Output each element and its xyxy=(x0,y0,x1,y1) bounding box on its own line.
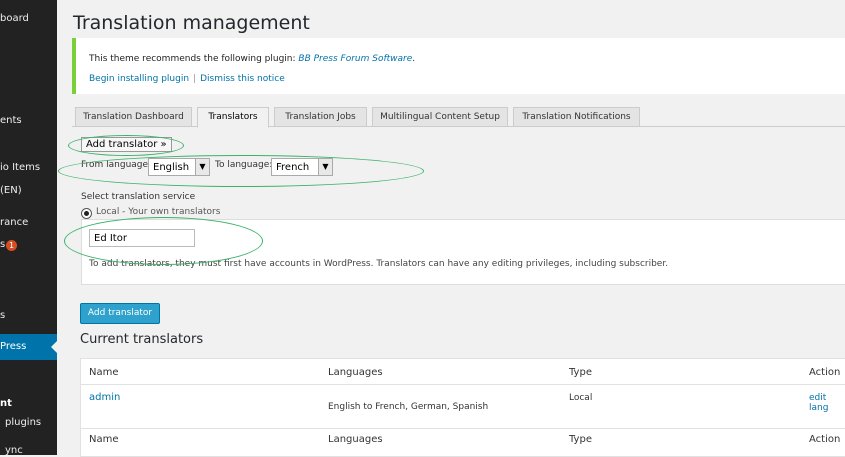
annotation-ellipse xyxy=(64,217,263,265)
sidebar-item-wpml[interactable]: Press xyxy=(0,341,26,352)
footer-header-type: Type xyxy=(569,434,592,445)
sidebar-subitem-translation-management[interactable]: nt xyxy=(0,398,12,409)
sidebar-subitem-plugins[interactable]: plugins xyxy=(5,417,41,428)
sidebar-item-language[interactable]: (EN) xyxy=(0,185,22,196)
sidebar-subitem-sync[interactable]: ync xyxy=(5,445,23,455)
tab-translation-dashboard[interactable]: Translation Dashboard xyxy=(75,107,192,127)
tab-translation-jobs[interactable]: Translation Jobs xyxy=(274,107,367,127)
update-count-badge: 1 xyxy=(6,240,17,251)
footer-header-name: Name xyxy=(89,434,119,445)
translator-languages: English to French, German, Spanish xyxy=(328,402,489,412)
footer-header-languages: Languages xyxy=(328,434,383,445)
page-title: Translation management xyxy=(73,12,310,34)
notice-text: This theme recommends the following plug… xyxy=(89,54,416,64)
row-divider xyxy=(81,384,845,385)
row-divider xyxy=(81,428,845,429)
tab-translators[interactable]: Translators xyxy=(197,107,269,128)
translator-name-link[interactable]: admin xyxy=(89,392,120,403)
tab-multilingual-content-setup[interactable]: Multilingual Content Setup xyxy=(372,107,508,127)
sidebar-item-tools[interactable]: s xyxy=(0,310,5,321)
footer-header-action: Action xyxy=(809,434,841,445)
notice-separator: | xyxy=(193,74,197,84)
current-translators-title: Current translators xyxy=(80,332,204,347)
tab-bar: Translation Dashboard Translators Transl… xyxy=(72,107,845,128)
local-service-label: Local - Your own translators xyxy=(96,207,221,217)
dismiss-notice-link[interactable]: Dismiss this notice xyxy=(200,74,285,84)
annotation-ellipse xyxy=(68,135,184,156)
edit-languages-link[interactable]: edit lang xyxy=(809,393,845,413)
active-menu-arrow xyxy=(51,341,57,353)
service-label: Select translation service xyxy=(81,192,196,202)
local-service-radio[interactable] xyxy=(81,208,92,219)
column-header-action: Action xyxy=(809,367,841,378)
annotation-ellipse xyxy=(58,155,424,187)
install-plugin-link[interactable]: Begin installing plugin xyxy=(89,74,189,84)
translators-content: Add translator » From language: English ▼… xyxy=(58,127,845,457)
add-translator-button[interactable]: Add translator xyxy=(80,303,160,324)
sidebar-item-appearance[interactable]: rance xyxy=(0,217,28,228)
tab-translation-notifications[interactable]: Translation Notifications xyxy=(513,107,640,127)
notice-plugin-link[interactable]: BB Press Forum Software xyxy=(298,54,412,64)
sidebar-item-portfolio[interactable]: io Items xyxy=(0,162,40,173)
translators-table: Name Languages Type Action admin English… xyxy=(80,358,845,457)
plugin-notice: This theme recommends the following plug… xyxy=(72,38,845,94)
translator-type: Local xyxy=(569,393,593,403)
column-header-name: Name xyxy=(89,367,119,378)
sidebar-item-dashboard[interactable]: board xyxy=(0,13,29,24)
sidebar-item-plugins[interactable]: s xyxy=(0,239,5,250)
column-header-languages: Languages xyxy=(328,367,383,378)
sidebar-item-comments[interactable]: ents xyxy=(0,115,22,126)
column-header-type: Type xyxy=(569,367,592,378)
admin-sidebar: board ents io Items (EN) rance s 1 s Pre… xyxy=(0,0,57,455)
